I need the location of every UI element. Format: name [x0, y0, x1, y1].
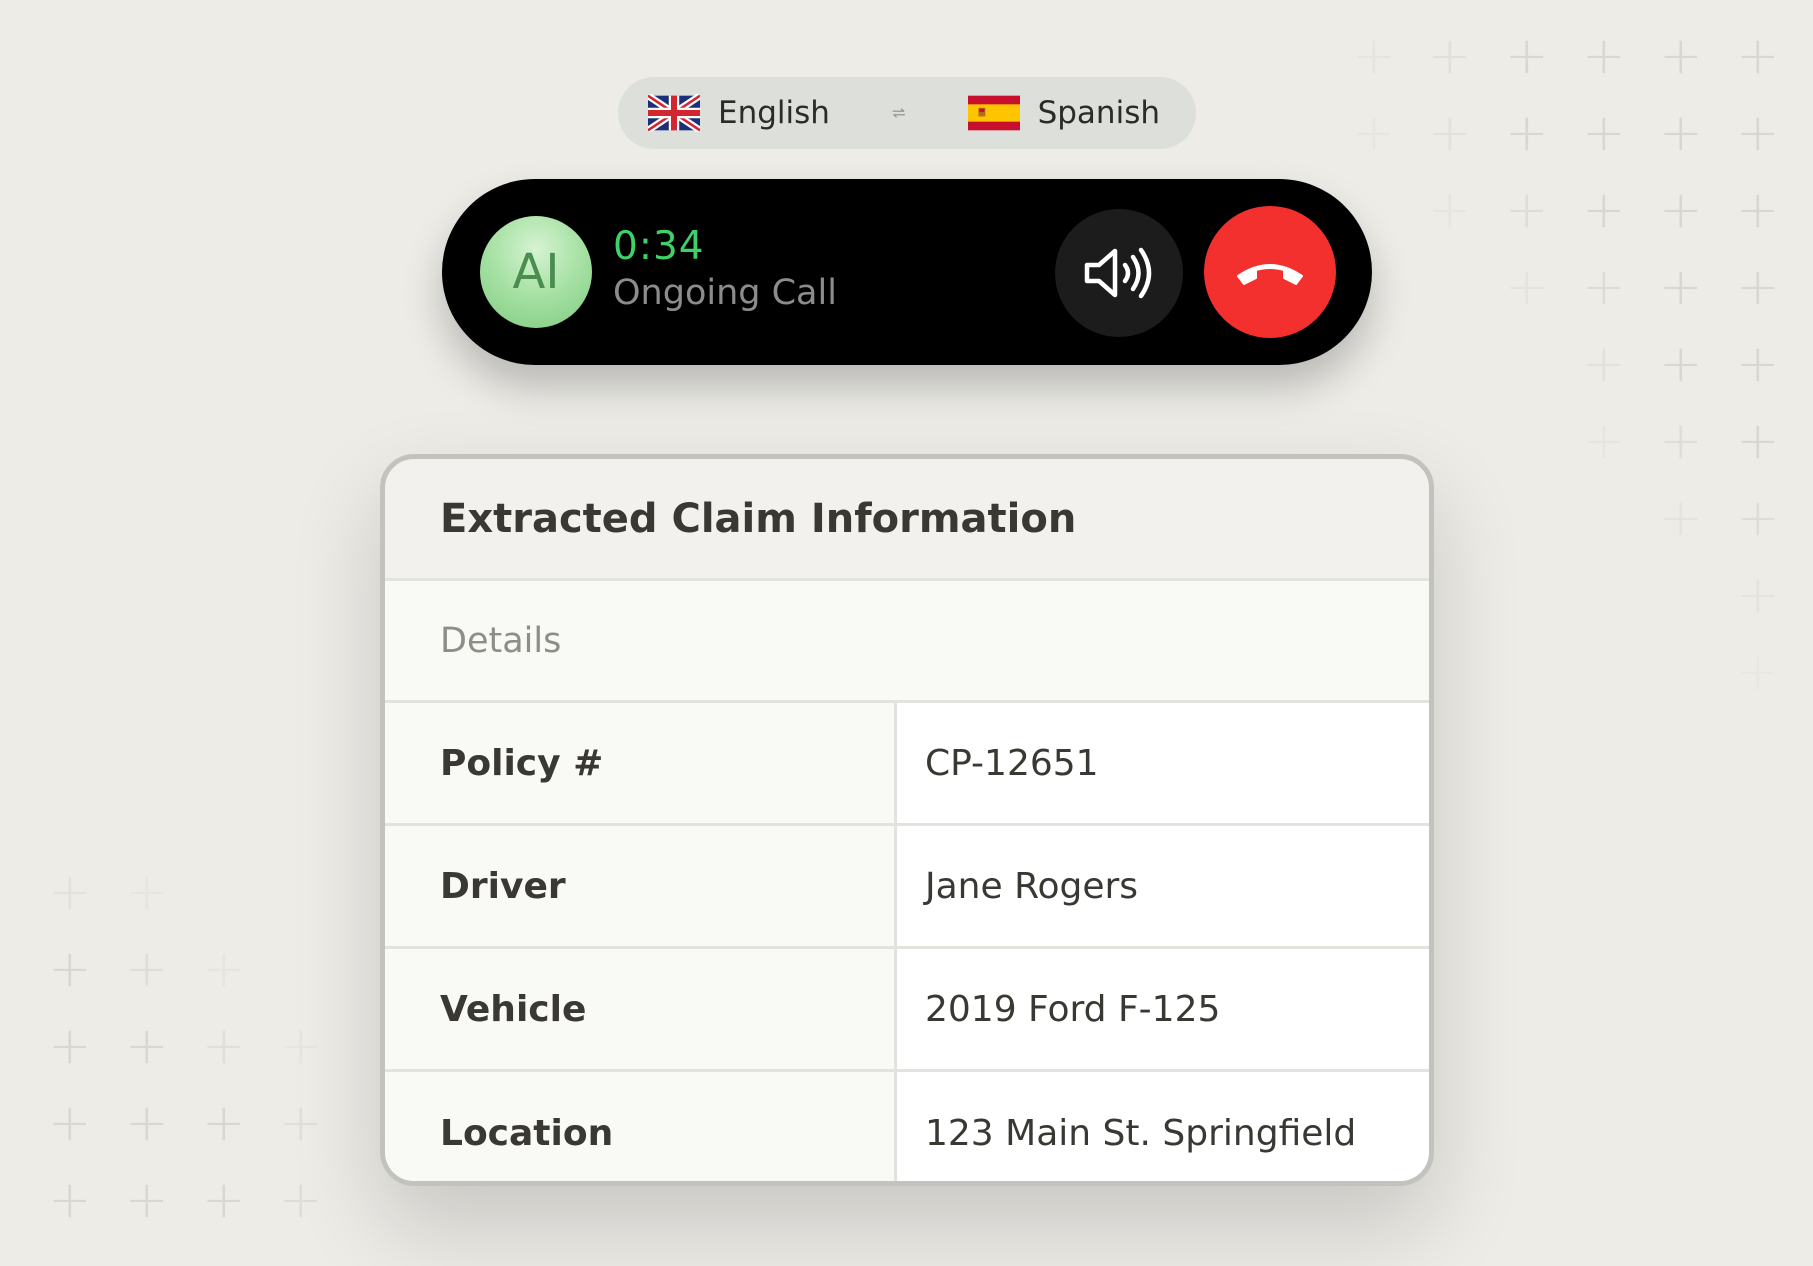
plus-decoration-icon: + [1659, 257, 1703, 317]
field-value: CP-12651 [897, 703, 1429, 823]
plus-decoration-icon: + [1659, 488, 1703, 548]
plus-decoration-icon: + [48, 1170, 92, 1230]
swap-arrows-icon[interactable] [892, 98, 906, 128]
plus-decoration-icon: + [202, 1016, 246, 1076]
plus-decoration-icon: + [202, 1093, 246, 1153]
plus-decoration-icon: + [1736, 180, 1780, 240]
plus-decoration-icon: + [1505, 257, 1549, 317]
plus-decoration-icon: + [1582, 257, 1626, 317]
section-heading: Details [385, 581, 1429, 703]
speaker-icon [1084, 247, 1152, 299]
plus-decoration-icon: + [1736, 257, 1780, 317]
card-title: Extracted Claim Information [385, 459, 1429, 581]
field-value: Jane Rogers [897, 826, 1429, 946]
plus-decoration-icon: + [202, 939, 246, 999]
plus-decoration-icon: + [1582, 26, 1626, 86]
field-value: 2019 Ford F-125 [897, 949, 1429, 1069]
call-status: Ongoing Call [613, 273, 837, 313]
plus-decoration-icon: + [279, 1093, 323, 1153]
plus-decoration-icon: + [279, 1170, 323, 1230]
plus-decoration-icon: + [1505, 103, 1549, 163]
plus-decoration-icon: + [1505, 26, 1549, 86]
field-value: 123 Main St. Springfield [897, 1072, 1429, 1181]
plus-decoration-icon: + [125, 1170, 169, 1230]
plus-decoration-icon: + [1428, 26, 1472, 86]
plus-decoration-icon: + [1582, 103, 1626, 163]
plus-decoration-icon: + [1659, 334, 1703, 394]
source-language[interactable]: English [648, 94, 830, 132]
target-language-label: Spanish [1037, 95, 1160, 131]
table-row: Vehicle 2019 Ford F-125 [385, 949, 1429, 1072]
table-row: Policy # CP-12651 [385, 703, 1429, 826]
speaker-button[interactable] [1055, 209, 1183, 337]
claim-info-card: Extracted Claim Information Details Poli… [380, 454, 1434, 1186]
avatar-text: AI [512, 244, 560, 300]
plus-decoration-icon: + [1505, 180, 1549, 240]
call-timer: 0:34 [613, 224, 705, 269]
plus-decoration-icon: + [1736, 103, 1780, 163]
end-call-button[interactable] [1204, 206, 1336, 338]
hang-up-icon [1237, 264, 1303, 285]
plus-decoration-icon: + [48, 1093, 92, 1153]
plus-decoration-icon: + [1659, 411, 1703, 471]
plus-decoration-icon: + [1736, 565, 1780, 625]
plus-decoration-icon: + [1582, 411, 1626, 471]
plus-decoration-icon: + [1659, 26, 1703, 86]
plus-decoration-icon: + [1582, 180, 1626, 240]
plus-decoration-icon: + [1736, 488, 1780, 548]
plus-decoration-icon: + [1582, 334, 1626, 394]
field-label: Location [385, 1072, 897, 1181]
call-bar: AI 0:34 Ongoing Call [442, 179, 1372, 365]
table-row: Driver Jane Rogers [385, 826, 1429, 949]
source-language-label: English [718, 95, 830, 131]
plus-decoration-icon: + [279, 1016, 323, 1076]
plus-decoration-icon: + [125, 1016, 169, 1076]
plus-decoration-icon: + [1352, 103, 1396, 163]
plus-decoration-icon: + [1352, 26, 1396, 86]
plus-decoration-icon: + [202, 1170, 246, 1230]
target-language[interactable]: Spanish [967, 94, 1160, 132]
ai-avatar: AI [480, 216, 592, 328]
plus-decoration-icon: + [1736, 26, 1780, 86]
uk-flag-icon [648, 94, 700, 132]
plus-decoration-icon: + [125, 939, 169, 999]
field-label: Policy # [385, 703, 897, 823]
plus-decoration-icon: + [1659, 180, 1703, 240]
plus-decoration-icon: + [1659, 103, 1703, 163]
plus-decoration-icon: + [125, 862, 169, 922]
language-selector[interactable]: English Spanish [618, 77, 1196, 149]
table-row: Location 123 Main St. Springfield [385, 1072, 1429, 1181]
plus-decoration-icon: + [1736, 334, 1780, 394]
field-label: Vehicle [385, 949, 897, 1069]
spain-flag-icon [967, 95, 1020, 131]
plus-decoration-icon: + [48, 1016, 92, 1076]
field-label: Driver [385, 826, 897, 946]
plus-decoration-icon: + [48, 862, 92, 922]
plus-decoration-icon: + [1736, 411, 1780, 471]
plus-decoration-icon: + [1428, 180, 1472, 240]
plus-decoration-icon: + [48, 939, 92, 999]
plus-decoration-icon: + [1736, 642, 1780, 702]
plus-decoration-icon: + [1428, 103, 1472, 163]
plus-decoration-icon: + [125, 1093, 169, 1153]
